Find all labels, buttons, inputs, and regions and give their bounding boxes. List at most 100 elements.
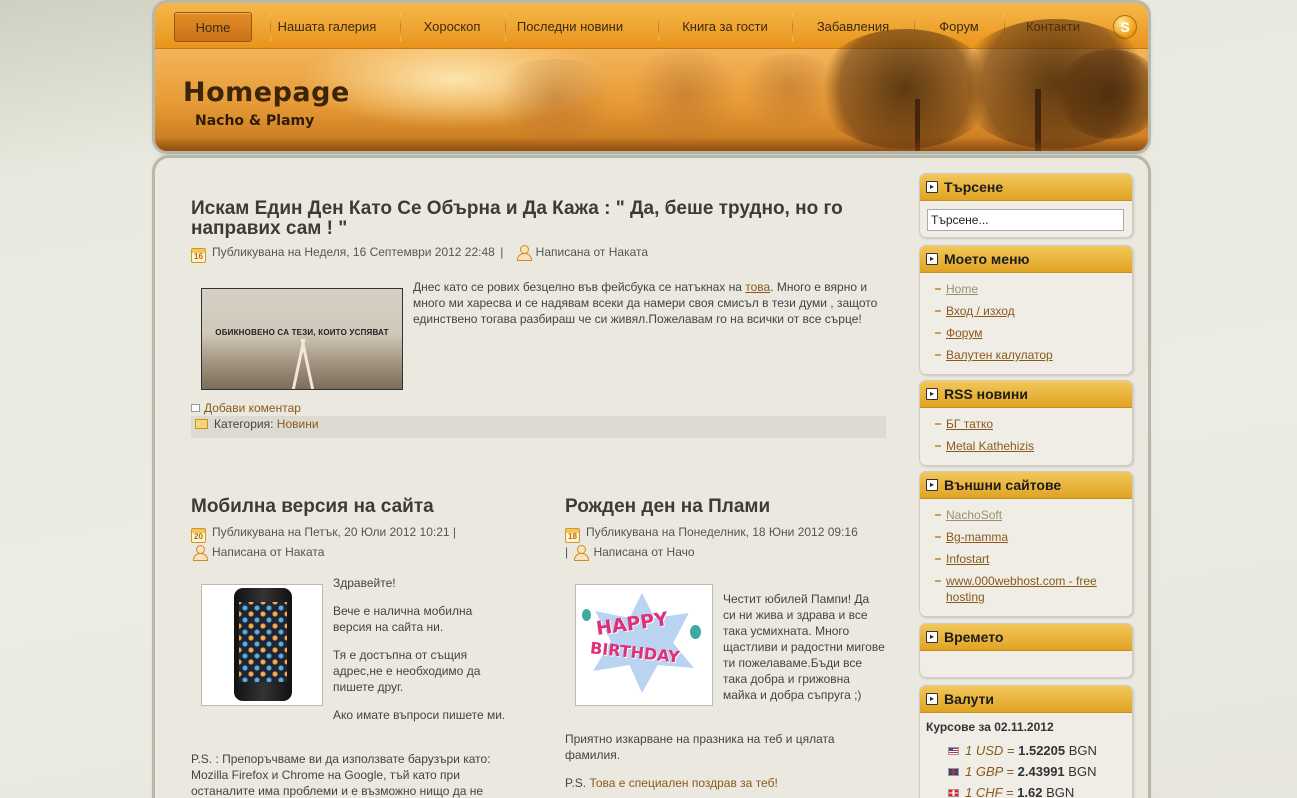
external-link[interactable]: Infostart: [946, 552, 989, 566]
widget-header: ▸ RSS новини: [920, 381, 1132, 408]
post-title[interactable]: Рожден ден на Плами: [565, 496, 770, 518]
post-thumbnail-road[interactable]: ОБИКНОВЕНО СА ТЕЗИ, КОИТО УСПЯВАТ: [201, 288, 403, 390]
post-paragraph: Приятно изкарване на празника на теб и ц…: [565, 732, 835, 762]
user-icon: [193, 545, 208, 561]
menu-link-login[interactable]: Вход / изход: [946, 304, 1015, 318]
currency-code: BGN: [1046, 785, 1075, 798]
header-banner: Homepage Nacho & Plamy: [155, 19, 1148, 151]
calendar-icon: 16: [191, 248, 206, 263]
nav-home[interactable]: Home: [174, 12, 252, 42]
meta-separator: |: [500, 245, 504, 259]
folder-icon: [195, 419, 208, 429]
arrow-right-icon: ▸: [926, 631, 938, 643]
post-paragraph: P.S. : Препоръчваме ви да използвате бар…: [191, 752, 491, 798]
widget-header: ▸ Търсене: [920, 174, 1132, 201]
nav-guestbook[interactable]: Книга за гости: [659, 12, 791, 42]
post-title[interactable]: Мобилна версия на сайта: [191, 496, 434, 518]
rss-list: БГ татко Metal Kathehizis: [920, 408, 1132, 454]
rss-link[interactable]: Metal Kathehizis: [946, 439, 1034, 453]
banner-tree-decoration: [625, 49, 745, 139]
list-item: Вход / изход: [935, 303, 1132, 319]
us-flag-icon: [948, 747, 959, 755]
widget-header: ▸ Моето меню: [920, 246, 1132, 273]
currency-row: 1 GBP = 2.43991 BGN: [948, 761, 1097, 782]
nav-horoscope[interactable]: Хороскоп: [401, 12, 503, 42]
external-link[interactable]: Bg-mamma: [946, 530, 1008, 544]
arrow-right-icon: ▸: [926, 479, 938, 491]
external-link[interactable]: www.000webhost.com - free hosting: [946, 574, 1097, 604]
post-paragraph: P.S. Това е специален поздрав за теб!: [565, 775, 885, 791]
add-comment-link[interactable]: Добави коментар: [204, 401, 301, 415]
external-link[interactable]: NachoSoft: [946, 508, 1002, 522]
post-meta: 20 Публикувана на Петък, 20 Юли 2012 10:2…: [191, 523, 521, 561]
list-item: NachoSoft: [935, 507, 1116, 523]
post-published-date: Публикувана на Понеделник, 18 Юни 2012 0…: [586, 525, 858, 539]
post-body-text: Днес като се рових безцелно във фейсбука…: [413, 280, 746, 294]
currency-value: 1.52205: [1018, 743, 1066, 758]
menu-widget: ▸ Моето меню Home Вход / изход Форум Валу…: [919, 245, 1133, 375]
weather-widget: ▸ Времето: [919, 623, 1133, 678]
list-item: Форум: [935, 325, 1132, 341]
widget-title: Търсене: [944, 179, 1004, 195]
menu-link-home[interactable]: Home: [946, 282, 978, 296]
external-sites-list: NachoSoft Bg-mamma Infostart www.000webh…: [920, 499, 1132, 605]
nav-gallery[interactable]: Нашата галерия: [271, 12, 383, 42]
currency-value: 1.62: [1017, 785, 1043, 798]
post-body: Днес като се рових безцелно във фейсбука…: [413, 279, 883, 327]
list-item: БГ татко: [935, 416, 1132, 432]
post-meta: 16 Публикувана на Неделя, 16 Септември 20…: [191, 245, 891, 263]
meta-separator: |: [452, 525, 457, 539]
post-meta: 18 Публикувана на Понеделник, 18 Юни 2012…: [565, 523, 890, 561]
meta-separator: |: [565, 545, 569, 559]
widget-title: Времето: [944, 629, 1004, 645]
post-paragraph: Честит юбилей Пампи! Да си ни жива и здр…: [723, 592, 885, 702]
calendar-icon: 20: [191, 528, 206, 543]
rss-link[interactable]: БГ татко: [946, 417, 993, 431]
widget-title: RSS новини: [944, 386, 1028, 402]
post-published-date: Публикувана на Петък, 20 Юли 2012 10:21: [212, 525, 450, 539]
currency-row: 1 CHF = 1.62 BGN: [948, 782, 1097, 798]
widget-header: ▸ Валути: [920, 686, 1132, 713]
post-paragraph: Вече е налична мобилна версия на сайта н…: [333, 604, 473, 634]
currency-code: BGN: [1068, 743, 1097, 758]
list-item: Bg-mamma: [935, 529, 1116, 545]
site-header: Home Нашата галерия Хороскоп Последни но…: [155, 3, 1148, 151]
rss-widget: ▸ RSS новини БГ татко Metal Kathehizis: [919, 380, 1133, 466]
widget-title: Валути: [944, 691, 995, 707]
category-link[interactable]: Новини: [277, 417, 319, 431]
post-thumbnail-phone[interactable]: [201, 584, 323, 706]
search-input[interactable]: [927, 209, 1124, 231]
post-body-text: P.S.: [565, 776, 590, 790]
phone-body-decoration: [234, 588, 292, 701]
site-title: Homepage: [183, 77, 350, 108]
ch-flag-icon: [948, 789, 959, 797]
post-author: Написана от Начо: [593, 545, 695, 559]
menu-link-currency-calculator[interactable]: Валутен калулатор: [946, 348, 1053, 362]
menu-link-forum[interactable]: Форум: [946, 326, 982, 340]
post-body: Здравейте! Вече е налична мобилна версия…: [333, 575, 493, 707]
post-body-link[interactable]: Това е специален поздрав за теб!: [589, 776, 777, 790]
arrow-right-icon: ▸: [926, 693, 938, 705]
currency-unit: 1 CHF =: [965, 785, 1014, 798]
list-item: Валутен калулатор: [935, 347, 1132, 363]
balloon-decoration: [582, 609, 591, 621]
balloon-decoration: [690, 625, 701, 639]
post-thumbnail-birthday[interactable]: HAPPY BIRTHDAY: [575, 584, 713, 706]
list-item: Home: [935, 281, 1132, 297]
currency-unit: 1 GBP =: [965, 764, 1015, 779]
nav-latest-news[interactable]: Последни новини: [506, 12, 634, 42]
post-title[interactable]: Искам Един Ден Като Се Обърна и Да Кажа …: [191, 199, 891, 239]
post-body-link[interactable]: това: [745, 280, 770, 294]
phone-screen-decoration: [239, 602, 287, 682]
post-author: Написана от Наката: [212, 545, 325, 559]
uk-flag-icon: [948, 768, 959, 776]
banner-tree-decoration: [485, 59, 625, 139]
currency-value: 2.43991: [1017, 764, 1065, 779]
banner-ground-shade: [155, 137, 1148, 151]
arrow-right-icon: ▸: [926, 181, 938, 193]
widget-title: Външни сайтове: [944, 477, 1062, 493]
site-subtitle: Nacho & Plamy: [195, 113, 315, 129]
widget-header: ▸ Времето: [920, 624, 1132, 651]
currency-date: Курсове за 02.11.2012: [926, 720, 1054, 734]
user-icon: [574, 545, 590, 561]
